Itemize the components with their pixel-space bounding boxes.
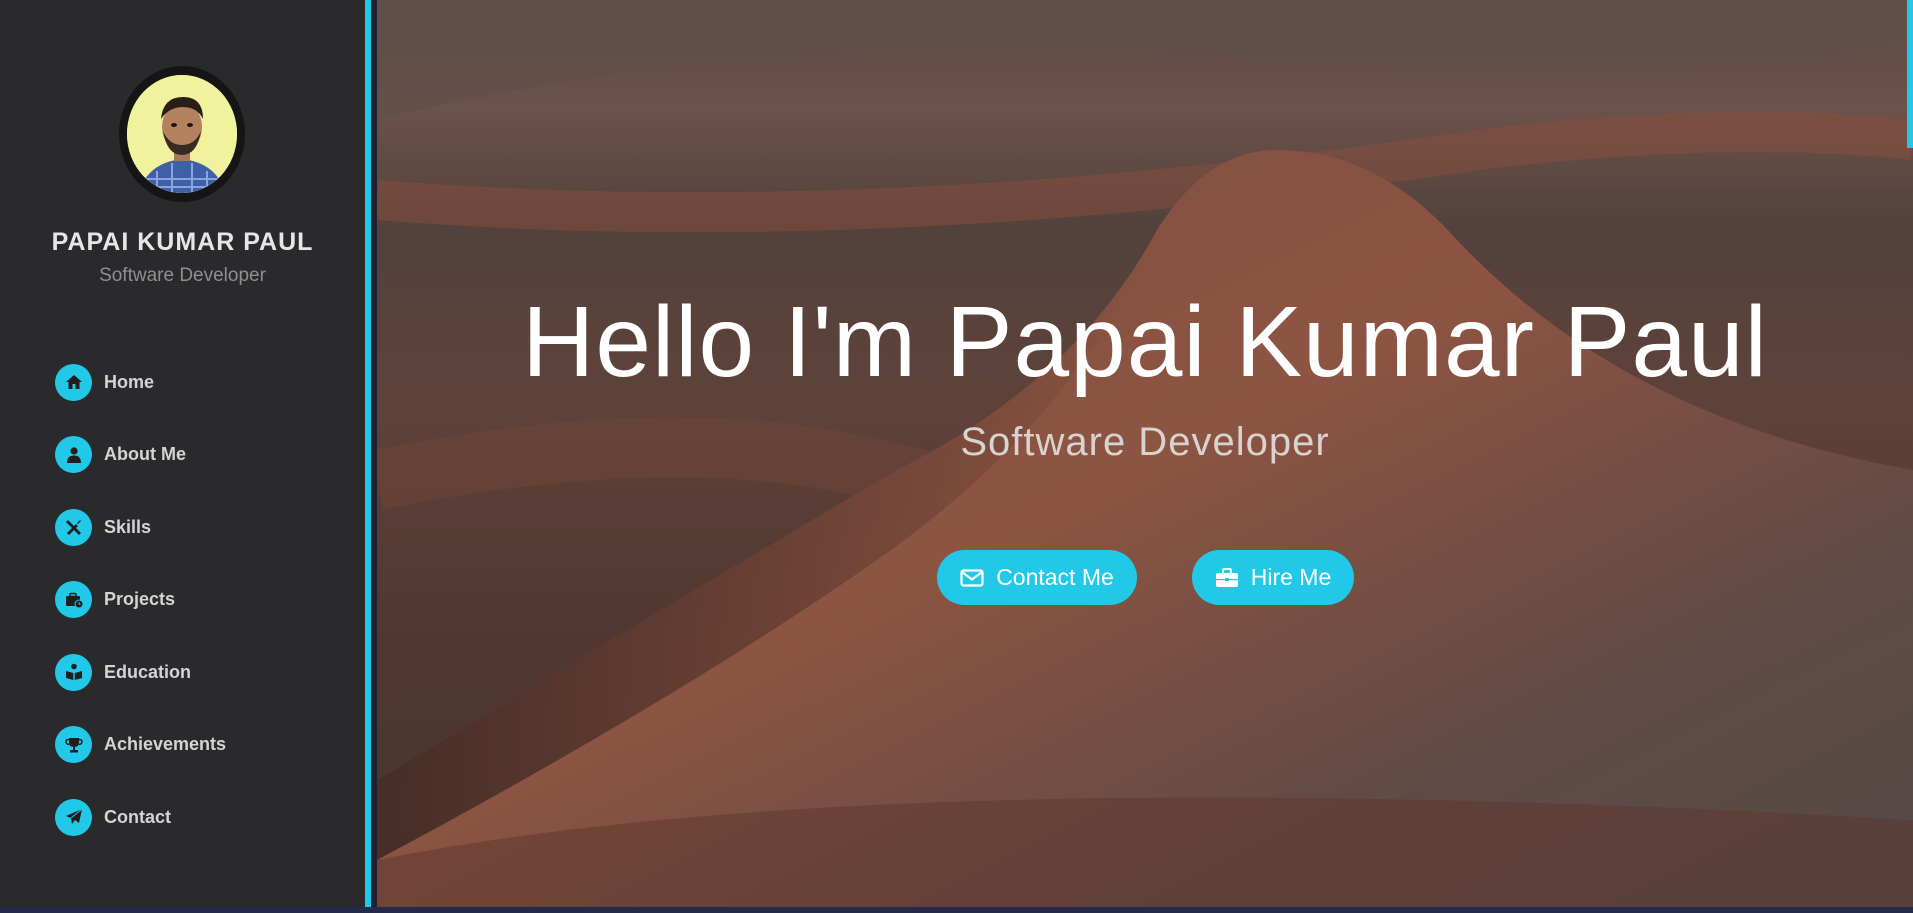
sidebar: PAPAI KUMAR PAUL Software Developer Home… bbox=[0, 0, 371, 907]
sidebar-item-label: Skills bbox=[104, 516, 152, 537]
user-icon bbox=[55, 436, 92, 474]
book-reader-icon bbox=[55, 653, 92, 691]
sidebar-item-skills[interactable]: Skills bbox=[55, 491, 226, 564]
sidebar-item-contact[interactable]: Contact bbox=[55, 781, 226, 854]
sidebar-item-label: About Me bbox=[104, 444, 186, 465]
sidebar-nav: Home About Me Skills Projects Education bbox=[55, 346, 226, 854]
sidebar-item-label: Contact bbox=[104, 806, 171, 827]
sidebar-item-label: Education bbox=[104, 661, 192, 682]
tools-icon bbox=[55, 508, 92, 546]
sidebar-item-about[interactable]: About Me bbox=[55, 419, 226, 492]
scroll-progress-bar bbox=[1907, 0, 1913, 148]
sidebar-item-achievements[interactable]: Achievements bbox=[55, 709, 226, 782]
hire-me-button[interactable]: Hire Me bbox=[1192, 550, 1354, 605]
bottom-strip bbox=[0, 907, 1913, 913]
avatar bbox=[127, 75, 237, 193]
profile-role: Software Developer bbox=[99, 265, 266, 286]
hero-title: Hello I'm Papai Kumar Paul bbox=[522, 286, 1768, 398]
sidebar-item-projects[interactable]: Projects bbox=[55, 564, 226, 637]
avatar-frame bbox=[119, 66, 245, 202]
paper-plane-icon bbox=[55, 798, 92, 836]
hero-section: Hello I'm Papai Kumar Paul Software Deve… bbox=[377, 0, 1913, 907]
hero-subtitle: Software Developer bbox=[960, 420, 1330, 464]
envelope-icon bbox=[960, 568, 984, 587]
sidebar-item-label: Projects bbox=[104, 589, 176, 610]
sidebar-item-label: Home bbox=[104, 371, 155, 392]
contact-me-button[interactable]: Contact Me bbox=[937, 550, 1137, 605]
briefcase-icon bbox=[1215, 567, 1239, 588]
sidebar-item-home[interactable]: Home bbox=[55, 346, 226, 419]
hire-me-label: Hire Me bbox=[1250, 564, 1332, 590]
profile-name: PAPAI KUMAR PAUL bbox=[51, 228, 314, 256]
sidebar-item-label: Achievements bbox=[104, 734, 227, 755]
home-icon bbox=[55, 363, 92, 401]
briefcase-clock-icon bbox=[55, 581, 92, 619]
trophy-icon bbox=[55, 726, 92, 764]
sidebar-item-education[interactable]: Education bbox=[55, 636, 226, 709]
contact-me-label: Contact Me bbox=[996, 564, 1114, 590]
